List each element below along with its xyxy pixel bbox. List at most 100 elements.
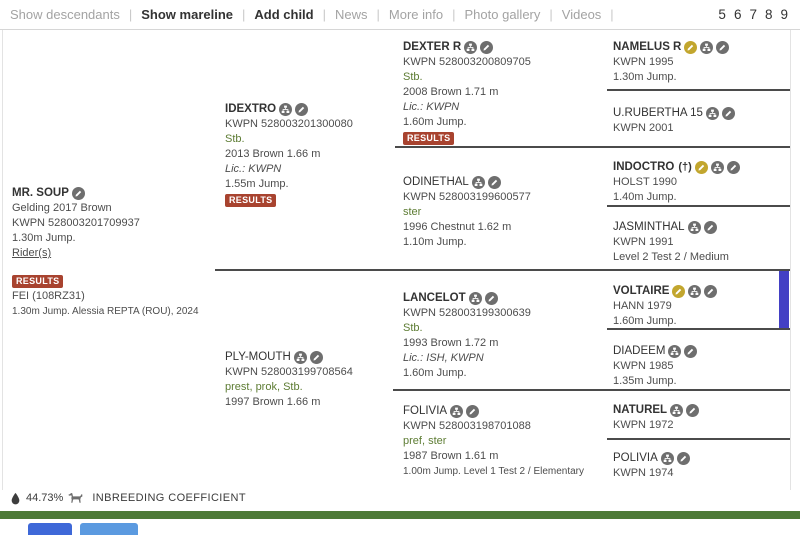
more-info-button[interactable]: More info (389, 7, 443, 22)
performance: 1.60m Jump. (613, 314, 773, 329)
predicates: ster (403, 205, 598, 220)
bottom-button-1[interactable] (28, 523, 72, 535)
toolbar-divider: | (323, 7, 326, 22)
predicates: Stb. (225, 132, 395, 147)
edit-icon[interactable] (704, 221, 717, 234)
birth-details: Gelding 2017 Brown (12, 201, 212, 216)
toolbar-divider: | (452, 7, 455, 22)
separator-line-gen4-b (607, 205, 790, 207)
edit-icon[interactable] (677, 452, 690, 465)
edit-icon[interactable] (722, 107, 735, 120)
pedigree-icon[interactable] (464, 41, 477, 54)
results-badge[interactable]: RESULTS (225, 194, 276, 207)
performance: 1.40m Jump. (613, 190, 790, 205)
horse-name-link[interactable]: MR. SOUP (12, 186, 69, 201)
horse-name-link[interactable]: LANCELOT (403, 291, 466, 306)
edit-icon[interactable] (295, 103, 308, 116)
separator-line-gen3-top (395, 146, 790, 148)
horse-name-link[interactable]: NAMELUS R (613, 40, 681, 55)
horse-name-link[interactable]: DIADEEM (613, 344, 665, 359)
horse-name-link[interactable]: NATUREL (613, 403, 667, 418)
add-child-button[interactable]: Add child (254, 7, 313, 22)
pedigree-icon[interactable] (472, 176, 485, 189)
birth-details: 2013 Brown 1.66 m (225, 147, 395, 162)
footer-green-bar (0, 511, 800, 519)
edit-icon[interactable] (716, 41, 729, 54)
horse-name-link[interactable]: FOLIVIA (403, 404, 447, 419)
premium-edit-icon[interactable] (695, 161, 708, 174)
license: Lic.: KWPN (403, 100, 598, 115)
generation-count-links: 5 6 7 8 9 (718, 7, 788, 22)
pedigree-icon[interactable] (450, 405, 463, 418)
separator-line-gen2 (215, 269, 790, 271)
pedigree-cell-dam-sire: LANCELOT KWPN 528003199300639 Stb. 1993 … (403, 290, 598, 381)
edit-icon[interactable] (480, 41, 493, 54)
pedigree-icon[interactable] (706, 107, 719, 120)
edit-icon[interactable] (466, 405, 479, 418)
pedigree-icon[interactable] (469, 292, 482, 305)
pedigree-icon[interactable] (670, 404, 683, 417)
show-descendants-button[interactable]: Show descendants (10, 7, 120, 22)
pedigree-icon[interactable] (700, 41, 713, 54)
horse-name-link[interactable]: INDOCTRO (613, 160, 674, 175)
edit-icon[interactable] (727, 161, 740, 174)
horse-name-link[interactable]: DEXTER R (403, 40, 461, 55)
performance: 1.10m Jump. (403, 235, 598, 250)
horse-name-link[interactable]: ODINETHAL (403, 175, 469, 190)
generations-5-link[interactable]: 5 (718, 7, 726, 22)
edit-icon[interactable] (488, 176, 501, 189)
results-badge[interactable]: RESULTS (403, 132, 454, 145)
toolbar-divider: | (377, 7, 380, 22)
pedigree-cell-subject: MR. SOUP Gelding 2017 Brown KWPN 5280032… (12, 185, 212, 319)
edit-icon[interactable] (72, 187, 85, 200)
pedigree-cell-sdd: JASMINTHAL KWPN 1991 Level 2 Test 2 / Me… (613, 219, 790, 265)
registry-number: KWPN 528003201300080 (225, 117, 395, 132)
registry-number: KWPN 1991 (613, 235, 790, 250)
premium-edit-icon[interactable] (684, 41, 697, 54)
table-right-border (790, 30, 791, 490)
edit-icon[interactable] (686, 404, 699, 417)
horse-name-link[interactable]: PLY-MOUTH (225, 350, 291, 365)
pedigree-icon[interactable] (661, 452, 674, 465)
generations-8-link[interactable]: 8 (765, 7, 773, 22)
registry-number: HANN 1979 (613, 299, 773, 314)
pedigree-icon[interactable] (279, 103, 292, 116)
results-badge[interactable]: RESULTS (12, 275, 63, 288)
pedigree-icon[interactable] (668, 345, 681, 358)
premium-edit-icon[interactable] (672, 285, 685, 298)
registry-number: KWPN 528003199600577 (403, 190, 598, 205)
generations-9-link[interactable]: 9 (780, 7, 788, 22)
horse-name-link[interactable]: U.RUBERTHA 15 (613, 106, 703, 121)
pedigree-icon[interactable] (294, 351, 307, 364)
pedigree-cell-dam: PLY-MOUTH KWPN 528003199708564 prest, pr… (225, 349, 395, 410)
pedigree-icon[interactable] (688, 221, 701, 234)
horse-name-link[interactable]: JASMINTHAL (613, 220, 685, 235)
edit-icon[interactable] (310, 351, 323, 364)
horse-name-link[interactable]: POLIVIA (613, 451, 658, 466)
edit-icon[interactable] (704, 285, 717, 298)
generations-6-link[interactable]: 6 (734, 7, 742, 22)
photo-gallery-button[interactable]: Photo gallery (465, 7, 541, 22)
inbreeding-label: INBREEDING COEFFICIENT (92, 492, 246, 504)
edit-icon[interactable] (485, 292, 498, 305)
show-mareline-button[interactable]: Show mareline (141, 7, 233, 22)
fei-number: FEI (108RZ31) (12, 289, 212, 304)
news-button[interactable]: News (335, 7, 368, 22)
pedigree-icon[interactable] (711, 161, 724, 174)
horse-name-link[interactable]: VOLTAIRE (613, 284, 669, 299)
bottom-button-2[interactable] (80, 523, 138, 535)
pedigree-cell-sire: IDEXTRO KWPN 528003201300080 Stb. 2013 B… (225, 101, 395, 208)
table-left-border (2, 30, 3, 490)
toolbar-divider: | (129, 7, 132, 22)
pedigree-cell-sds: INDOCTRO (†) HOLST 1990 1.40m Jump. (613, 159, 790, 205)
riders-link[interactable]: Rider(s) (12, 246, 51, 261)
edit-icon[interactable] (684, 345, 697, 358)
pedigree-cell-ddd: POLIVIA KWPN 1974 (613, 450, 790, 481)
videos-button[interactable]: Videos (562, 7, 602, 22)
horse-name-link[interactable]: IDEXTRO (225, 102, 276, 117)
license: Lic.: ISH, KWPN (403, 351, 598, 366)
pedigree-cell-sss: NAMELUS R KWPN 1995 1.30m Jump. (613, 39, 790, 85)
pedigree-icon[interactable] (688, 285, 701, 298)
generations-7-link[interactable]: 7 (749, 7, 757, 22)
registry-number: KWPN 528003200809705 (403, 55, 598, 70)
